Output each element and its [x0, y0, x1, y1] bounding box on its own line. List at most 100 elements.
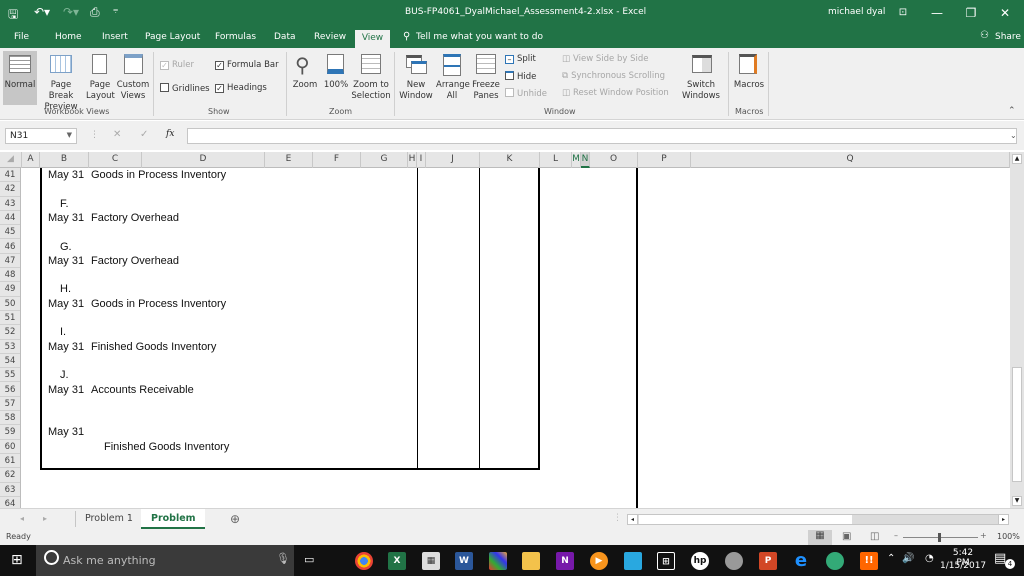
- cell-date[interactable]: May 31: [48, 341, 84, 353]
- file-explorer-icon[interactable]: [522, 552, 540, 570]
- custom-views-button[interactable]: Custom Views: [116, 51, 150, 105]
- tab-page-layout[interactable]: Page Layout: [141, 31, 204, 48]
- sheet-tab-problem-1[interactable]: Problem 1: [75, 509, 143, 529]
- arrange-all-button[interactable]: Arrange All: [436, 51, 470, 105]
- chrome-icon[interactable]: [355, 552, 373, 570]
- onenote-icon[interactable]: N: [556, 552, 574, 570]
- row-header[interactable]: 44: [0, 211, 20, 226]
- column-header[interactable]: C: [89, 152, 142, 168]
- tab-insert[interactable]: Insert: [98, 31, 132, 48]
- cell-account[interactable]: Goods in Process Inventory: [91, 298, 226, 310]
- show-hidden-icons[interactable]: ⌃: [887, 553, 895, 564]
- row-header[interactable]: 51: [0, 311, 20, 326]
- redo-icon[interactable]: ↷▾: [63, 5, 79, 19]
- cell-date[interactable]: May 31: [48, 169, 84, 181]
- cell-account[interactable]: Goods in Process Inventory: [91, 169, 226, 181]
- row-header[interactable]: 62: [0, 468, 20, 483]
- column-header[interactable]: G: [361, 152, 408, 168]
- reset-window-position-button[interactable]: ◫ Reset Window Position: [562, 88, 669, 99]
- row-header[interactable]: 59: [0, 425, 20, 440]
- switch-windows-button[interactable]: Switch Windows: [678, 51, 724, 105]
- formula-bar-checkbox[interactable]: ✓ Formula Bar: [215, 60, 279, 71]
- word-icon[interactable]: W: [455, 552, 473, 570]
- microphone-icon[interactable]: 🎙: [276, 552, 290, 565]
- hide-button[interactable]: Hide: [505, 71, 536, 83]
- row-header[interactable]: 46: [0, 240, 20, 254]
- close-button[interactable]: ✕: [990, 3, 1020, 23]
- clock-date[interactable]: 1/15/2017: [940, 561, 986, 571]
- scroll-left-button[interactable]: ◂: [628, 515, 638, 524]
- horizontal-scrollbar[interactable]: ◂ ▸: [627, 514, 1009, 525]
- cell-entry-label[interactable]: I.: [60, 326, 66, 338]
- cell-account[interactable]: Accounts Receivable: [91, 384, 194, 396]
- tab-review[interactable]: Review: [310, 31, 350, 48]
- enter-icon[interactable]: ✓: [140, 129, 148, 140]
- row-header[interactable]: 60: [0, 440, 20, 454]
- row-header[interactable]: 55: [0, 368, 20, 383]
- column-header[interactable]: O: [590, 152, 638, 168]
- cancel-icon[interactable]: ✕: [113, 129, 121, 140]
- task-view-icon[interactable]: ▭: [304, 553, 314, 566]
- powerpoint-icon[interactable]: P: [759, 552, 777, 570]
- column-header[interactable]: B: [40, 152, 89, 168]
- column-header[interactable]: I: [417, 152, 426, 168]
- save-icon[interactable]: 🖫: [8, 5, 18, 26]
- column-header[interactable]: Q: [691, 152, 1010, 168]
- edge-icon[interactable]: e: [792, 552, 810, 570]
- row-header[interactable]: 41: [0, 168, 20, 183]
- column-header[interactable]: J: [426, 152, 480, 168]
- row-header[interactable]: 45: [0, 225, 20, 240]
- excel-icon[interactable]: X: [388, 552, 406, 570]
- headings-checkbox[interactable]: ✓ Headings: [215, 83, 267, 94]
- row-header[interactable]: 54: [0, 354, 20, 369]
- page-break-preview-button[interactable]: Page Break Preview: [38, 51, 84, 112]
- cell-date[interactable]: May 31: [48, 255, 84, 267]
- row-header[interactable]: 64: [0, 497, 20, 508]
- scroll-right-button[interactable]: ▸: [998, 515, 1008, 524]
- next-sheet-icon[interactable]: ▸: [43, 514, 47, 523]
- collapse-ribbon-icon[interactable]: ⌃: [1008, 106, 1016, 116]
- row-header[interactable]: 52: [0, 325, 20, 340]
- insert-function-icon[interactable]: fx: [166, 129, 174, 139]
- column-header[interactable]: F: [313, 152, 361, 168]
- page-break-status-icon[interactable]: ◫: [870, 531, 879, 542]
- share-button[interactable]: Share: [995, 32, 1021, 42]
- scroll-down-button[interactable]: ▼: [1012, 496, 1022, 506]
- column-header[interactable]: D: [142, 152, 265, 168]
- alert-app-icon[interactable]: !!: [860, 552, 878, 570]
- tab-data[interactable]: Data: [270, 31, 300, 48]
- new-window-button[interactable]: New Window: [398, 51, 434, 105]
- view-side-by-side-button[interactable]: ◫ View Side by Side: [562, 54, 649, 65]
- normal-view-status-icon[interactable]: ▦: [808, 530, 832, 545]
- connection-icon[interactable]: [826, 552, 844, 570]
- scroll-up-button[interactable]: ▲: [1012, 154, 1022, 164]
- prev-sheet-icon[interactable]: ◂: [20, 514, 24, 523]
- calculator-icon[interactable]: ▦: [422, 552, 440, 570]
- horizontal-scroll-thumb[interactable]: [639, 515, 852, 524]
- wifi-icon[interactable]: ◔: [925, 553, 934, 564]
- column-header[interactable]: H: [408, 152, 417, 168]
- webcam-icon[interactable]: [725, 552, 743, 570]
- tab-formulas[interactable]: Formulas: [211, 31, 260, 48]
- print-preview-icon[interactable]: ⎙: [90, 5, 100, 20]
- synchronous-scrolling-button[interactable]: ⧉ Synchronous Scrolling: [562, 71, 665, 82]
- select-all-button[interactable]: ◢: [0, 152, 22, 168]
- name-box[interactable]: N31 ▼: [5, 128, 77, 144]
- minimize-button[interactable]: —: [922, 3, 952, 23]
- worksheet-grid[interactable]: May 31 Goods in Process Inventory F. May 31…: [22, 168, 1010, 508]
- gridlines-checkbox[interactable]: Gridlines: [160, 83, 210, 95]
- zoom-in-button[interactable]: +: [980, 531, 987, 540]
- cell-date[interactable]: May 31: [48, 426, 84, 438]
- hp-icon[interactable]: hp: [691, 552, 709, 570]
- column-header[interactable]: L: [540, 152, 572, 168]
- tab-home[interactable]: Home: [51, 31, 86, 48]
- cell-account[interactable]: Factory Overhead: [91, 212, 179, 224]
- row-header[interactable]: 49: [0, 282, 20, 297]
- customize-qat-icon[interactable]: ⩦: [113, 5, 118, 15]
- column-header[interactable]: E: [265, 152, 313, 168]
- cell-account[interactable]: Finished Goods Inventory: [91, 341, 216, 353]
- row-header[interactable]: 58: [0, 411, 20, 426]
- row-header[interactable]: 47: [0, 254, 20, 269]
- page-layout-button[interactable]: Page Layout: [86, 51, 115, 105]
- zoom-button[interactable]: ⚲ Zoom: [290, 51, 320, 105]
